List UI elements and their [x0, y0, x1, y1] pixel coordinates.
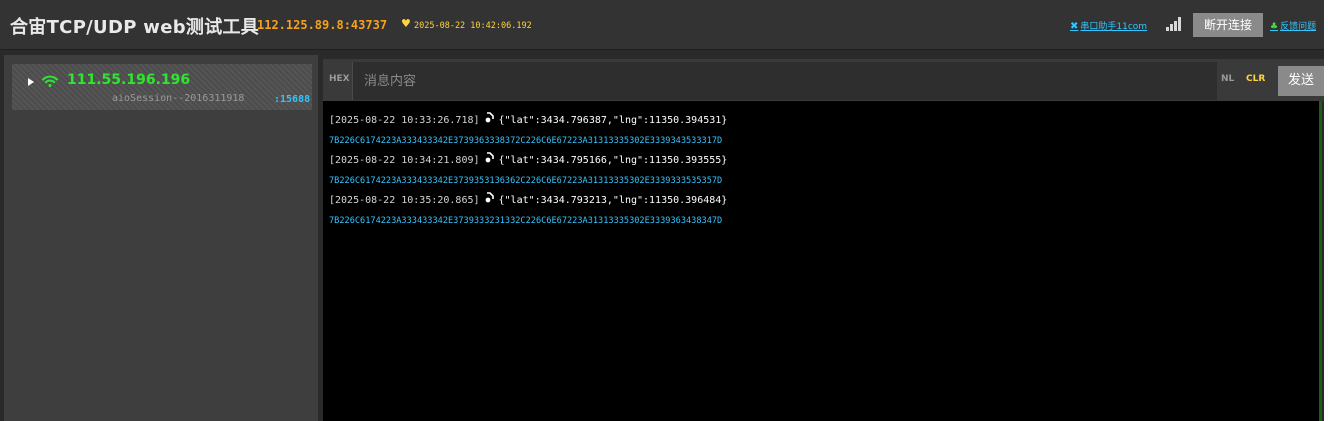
session-id: aioSession--2016311918: [112, 93, 245, 104]
log-hex: 7B226C6174223A333433342E3739363338372C22…: [329, 136, 723, 146]
session-ip: 111.55.196.196: [67, 72, 191, 88]
message-input[interactable]: [352, 62, 1217, 100]
log-hex: 7B226C6174223A333433342E3739333231332C22…: [329, 216, 723, 226]
log-entry: [2025-08-22 10:33:26.718] {"lat":3434.796…: [329, 111, 727, 131]
signal-bars-icon: [1166, 17, 1184, 31]
session-sidebar: 111.55.196.196 aioSession--2016311918 :1…: [4, 55, 318, 421]
newline-toggle[interactable]: NL: [1221, 74, 1234, 84]
heart-icon: ♥: [401, 17, 411, 30]
log-scroll-edge: [1319, 101, 1322, 421]
disconnect-button[interactable]: 断开连接: [1193, 13, 1263, 37]
feedback-link[interactable]: ♣ 反馈问题: [1270, 19, 1316, 32]
clear-button[interactable]: CLR: [1246, 74, 1265, 84]
log-time: [2025-08-22 10:35:20.865]: [329, 195, 480, 206]
log-text: {"lat":3434.793213,"lng":11350.396484}: [498, 195, 728, 206]
header-timestamp: 2025-08-22 10:42:06.192: [414, 21, 532, 31]
server-address: 112.125.89.8:43737: [257, 18, 388, 32]
header-bar: 合宙TCP/UDP web测试工具 112.125.89.8:43737 ♥ 2…: [0, 0, 1324, 50]
serial-assistant-link[interactable]: ✖ 串口助手11com: [1070, 19, 1147, 32]
receive-icon: [485, 112, 494, 123]
log-time: [2025-08-22 10:33:26.718]: [329, 115, 480, 126]
log-text: {"lat":3434.795166,"lng":11350.393555}: [498, 155, 728, 166]
receive-icon: [485, 192, 494, 203]
message-bar: HEX NL CLR 发送: [323, 59, 1324, 101]
log-time: [2025-08-22 10:34:21.809]: [329, 155, 480, 166]
send-button[interactable]: 发送: [1278, 66, 1324, 96]
tools-icon: ✖: [1070, 21, 1079, 32]
serial-link-label: 串口助手11com: [1080, 22, 1148, 32]
log-entry: [2025-08-22 10:35:20.865] {"lat":3434.793…: [329, 191, 727, 211]
feedback-icon: ♣: [1270, 22, 1279, 32]
app-window: 合宙TCP/UDP web测试工具 112.125.89.8:43737 ♥ 2…: [0, 0, 1324, 421]
log-entry: [2025-08-22 10:34:21.809] {"lat":3434.795…: [329, 151, 727, 171]
hex-toggle[interactable]: HEX: [329, 74, 350, 84]
feedback-link-label: 反馈问题: [1280, 22, 1317, 32]
message-log[interactable]: [2025-08-22 10:33:26.718] {"lat":3434.796…: [323, 101, 1319, 421]
app-title: 合宙TCP/UDP web测试工具: [10, 17, 260, 38]
expand-triangle-icon[interactable]: [28, 78, 34, 86]
session-port: :15688: [274, 94, 311, 105]
wifi-icon: [42, 75, 58, 87]
session-item[interactable]: 111.55.196.196 aioSession--2016311918 :1…: [12, 64, 312, 110]
log-hex: 7B226C6174223A333433342E3739353136362C22…: [329, 176, 723, 186]
log-text: {"lat":3434.796387,"lng":11350.394531}: [498, 115, 728, 126]
receive-icon: [485, 152, 494, 163]
